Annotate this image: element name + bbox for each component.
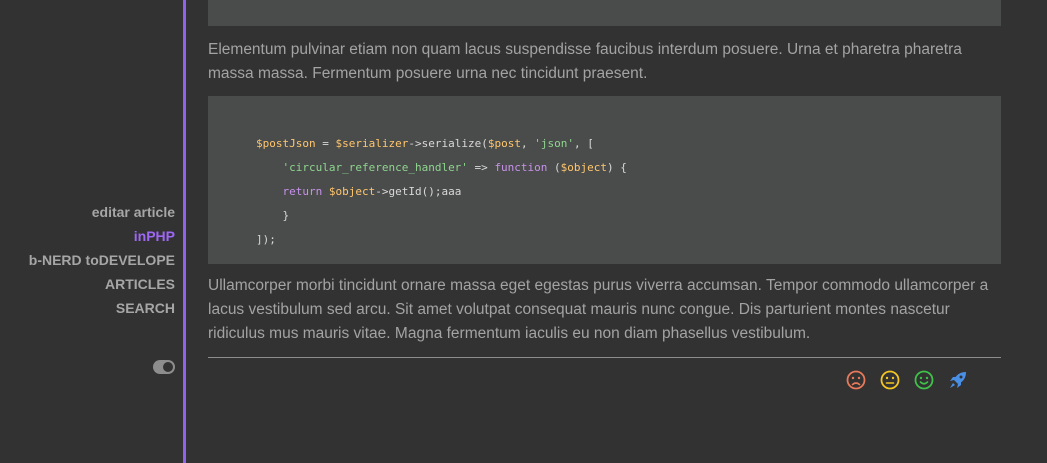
nav-item-inphp[interactable]: inPHP	[134, 224, 175, 248]
nav-item-b-nerd[interactable]: b-NERD toDEVELOPE	[29, 248, 175, 272]
theme-toggle[interactable]	[153, 360, 175, 374]
happy-face-icon[interactable]	[914, 370, 934, 390]
code-block-top: ]);	[208, 0, 1001, 26]
sidebar: editar article inPHP b-NERD toDEVELOPE A…	[0, 0, 183, 463]
sidebar-divider	[183, 0, 186, 463]
code-content: $postJson = $serializer->serialize($post…	[256, 137, 627, 246]
nav-item-search[interactable]: SEARCH	[116, 296, 175, 320]
sad-face-icon[interactable]	[846, 370, 866, 390]
neutral-face-icon[interactable]	[880, 370, 900, 390]
code-block: $postJson = $serializer->serialize($post…	[208, 96, 1001, 264]
toggle-icon	[163, 362, 173, 372]
sidebar-nav: editar article inPHP b-NERD toDEVELOPE A…	[29, 200, 175, 320]
paragraph-2: Ullamcorper morbi tincidunt ornare massa…	[208, 277, 989, 342]
reactions-bar	[846, 370, 968, 390]
rocket-icon[interactable]	[948, 370, 968, 390]
divider	[208, 357, 1001, 358]
paragraph-1: Elementum pulvinar etiam non quam lacus …	[208, 41, 962, 82]
nav-item-articles[interactable]: ARTICLES	[105, 272, 175, 296]
nav-item-editar-article[interactable]: editar article	[92, 200, 175, 224]
